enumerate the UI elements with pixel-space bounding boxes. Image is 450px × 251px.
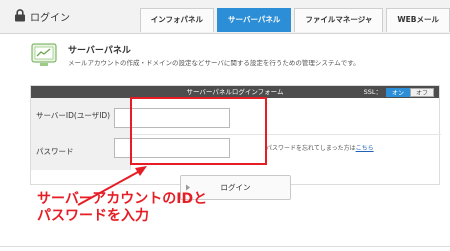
ssl-label: SSL： [363, 88, 382, 96]
tab-web-mail[interactable]: WEBメール [386, 8, 450, 32]
instruction-annotation: サーバーアカウントのIDと パスワードを入力 [37, 191, 207, 225]
tab-info-panel[interactable]: インフォパネル [139, 8, 215, 32]
annotation-line-1: サーバーアカウントのIDと [37, 191, 208, 207]
forgot-password-link[interactable]: こちら [356, 145, 374, 152]
ssl-toggle: SSL： オン オフ [364, 86, 434, 98]
form-heading: サーバーパネルログインフォーム [186, 88, 284, 96]
tab-server-panel[interactable]: サーバーパネル [217, 8, 292, 32]
ssl-on-button[interactable]: オン [385, 87, 410, 97]
tab-file-manager[interactable]: ファイルマネージャ [294, 8, 384, 32]
annotation-line-2: パスワードを入力 [37, 208, 149, 224]
input-highlight-box [130, 97, 267, 165]
bottom-divider [0, 246, 450, 247]
ssl-off-button[interactable]: オフ [409, 87, 434, 97]
server-panel-icon [31, 43, 57, 66]
tab-bar: インフォパネル サーバーパネル ファイルマネージャ WEBメール [137, 6, 450, 32]
page-title: ログイン [30, 13, 70, 24]
lock-icon [15, 9, 25, 22]
forgot-password-label: パスワードを忘れてしまった方は [266, 145, 356, 152]
panel-description: メールアカウントの作成・ドメインの設定などサーバに関する設定を行うための管理シス… [68, 59, 360, 67]
panel-title: サーバーパネル [68, 46, 131, 56]
forgot-password-text: パスワードを忘れてしまった方はこちら [266, 143, 374, 152]
top-bar: ログイン インフォパネル サーバーパネル ファイルマネージャ WEBメール [0, 0, 450, 34]
arrow-right-icon [186, 184, 190, 191]
login-button-label: ログイン [220, 183, 251, 192]
